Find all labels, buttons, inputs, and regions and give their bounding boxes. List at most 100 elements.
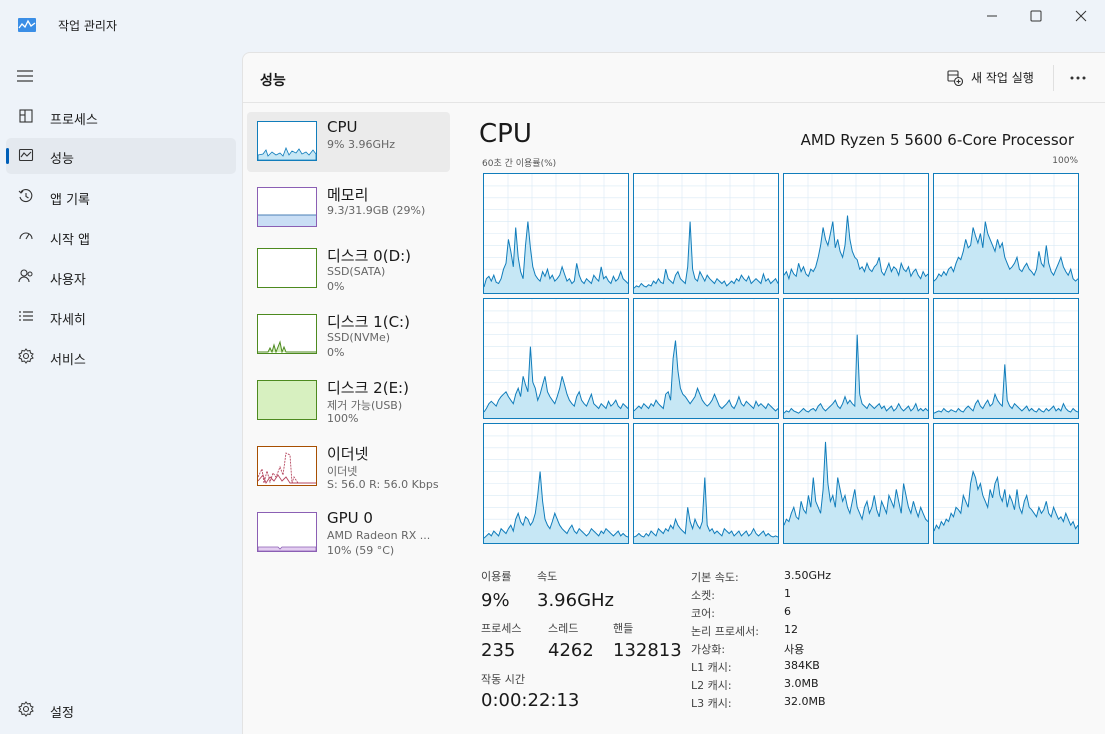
sidebar-item-details[interactable]: 자세히 (6, 299, 236, 335)
ethernet-thumbnail-graph (257, 446, 317, 486)
device-item-gpu-0[interactable]: GPU 0 AMD Radeon RX ... 10% (59 °C) (247, 503, 450, 563)
sidebar-item-app-history[interactable]: 앱 기록 (6, 179, 236, 215)
close-icon[interactable] (1073, 8, 1089, 24)
core-graph (933, 423, 1079, 544)
spec-value: 384KB (784, 659, 820, 672)
threads-value: 4262 (548, 640, 594, 661)
hamburger-menu-icon[interactable] (16, 69, 34, 83)
page-title: 성능 (260, 73, 286, 89)
spec-key: 논리 프로세서: (691, 625, 759, 638)
device-item-disk-2[interactable]: 디스크 2(E:) 제거 가능(USB) 100% (247, 371, 450, 431)
device-detail: 9.3/31.9GB (29%) (327, 204, 426, 217)
device-name: 디스크 1(C:) (327, 313, 410, 331)
core-graph (483, 423, 629, 544)
device-item-disk-0[interactable]: 디스크 0(D:) SSD(SATA) 0% (247, 239, 450, 299)
speed-label: 속도 (537, 570, 558, 583)
core-graph (633, 173, 779, 294)
startup-apps-icon (19, 232, 33, 240)
cpu-heading: CPU (479, 119, 532, 149)
core-graph-plot (484, 174, 628, 293)
spec-value: 3.50GHz (784, 569, 832, 582)
services-icon (18, 348, 34, 364)
device-item-disk-1[interactable]: 디스크 1(C:) SSD(NVMe) 0% (247, 305, 450, 365)
spec-value: 6 (784, 605, 791, 618)
device-usage: S: 56.0 R: 56.0 Kbps (327, 478, 439, 491)
core-graph-plot (634, 299, 778, 418)
core-graph (933, 173, 1079, 294)
disk-0-thumbnail-graph (257, 248, 317, 288)
new-task-icon (947, 70, 963, 86)
core-graph (483, 173, 629, 294)
device-item-cpu[interactable]: CPU 9% 3.96GHz (247, 112, 450, 172)
sidebar-item-performance[interactable]: 성능 (6, 138, 236, 174)
cpu-thumbnail-graph (257, 121, 317, 161)
device-detail: SSD(SATA) (327, 265, 386, 278)
sidebar-item-startup-apps[interactable]: 시작 앱 (6, 219, 236, 255)
spec-value: 3.0MB (784, 677, 819, 690)
sidebar-item-settings[interactable]: 설정 (6, 692, 236, 728)
device-item-ethernet[interactable]: 이더넷 이더넷 S: 56.0 R: 56.0 Kbps (247, 437, 450, 497)
sidebar: 프로세스 성능 앱 기록 시작 앱 사용자 자세히 서비스 설정 (0, 52, 242, 734)
details-icon (19, 311, 33, 321)
core-graph (783, 423, 929, 544)
sidebar-item-label: 서비스 (50, 353, 86, 368)
sidebar-item-label: 성능 (50, 152, 74, 167)
sidebar-item-processes[interactable]: 프로세스 (6, 99, 236, 135)
sidebar-item-label: 사용자 (50, 273, 86, 288)
core-graph (633, 298, 779, 419)
handles-value: 132813 (613, 640, 682, 661)
usage-value: 9% (481, 590, 510, 611)
maximize-icon[interactable] (1028, 8, 1044, 24)
uptime-label: 작동 시간 (481, 673, 525, 686)
spec-value: 32.0MB (784, 695, 826, 708)
graph-max-label: 100% (1052, 156, 1078, 166)
memory-thumbnail-graph (257, 187, 317, 227)
main-panel: 성능 새 작업 실행 CPU 9% 3.96GHz 메모리 9.3/31.9GB… (242, 52, 1105, 734)
handles-label: 핸들 (613, 622, 634, 635)
processes-label: 프로세스 (481, 622, 522, 635)
core-graph-plot (634, 424, 778, 543)
processes-icon (19, 109, 33, 123)
spec-key: L3 캐시: (691, 697, 732, 710)
disk-2-thumbnail-graph (257, 380, 317, 420)
sidebar-item-users[interactable]: 사용자 (6, 259, 236, 295)
core-graph (783, 173, 929, 294)
graph-caption: 60초 간 이용률(%) (482, 159, 557, 169)
core-graph-plot (934, 424, 1078, 543)
device-name: 이더넷 (327, 445, 369, 463)
device-item-memory[interactable]: 메모리 9.3/31.9GB (29%) (247, 178, 450, 238)
active-indicator (6, 148, 9, 164)
device-usage: 0% (327, 280, 345, 293)
disk-1-thumbnail-graph (257, 314, 317, 354)
new-task-label: 새 작업 실행 (971, 71, 1034, 85)
device-detail: SSD(NVMe) (327, 331, 391, 344)
window-title: 작업 관리자 (58, 19, 118, 33)
processes-value: 235 (481, 640, 516, 661)
usage-label: 이용률 (481, 570, 512, 583)
spec-key: 기본 속도: (691, 571, 739, 584)
sidebar-item-label: 자세히 (50, 313, 86, 328)
device-name: GPU 0 (327, 509, 373, 527)
spec-value: 사용 (784, 643, 805, 656)
sidebar-item-label: 프로세스 (50, 113, 98, 128)
performance-icon (18, 148, 34, 162)
core-graph (933, 298, 1079, 419)
core-graph-plot (784, 299, 928, 418)
device-name: CPU (327, 118, 358, 136)
cpu-model-name: AMD Ryzen 5 5600 6-Core Processor (800, 131, 1074, 149)
device-usage: 10% (59 °C) (327, 544, 395, 557)
sidebar-item-label: 설정 (50, 706, 74, 721)
sidebar-item-label: 시작 앱 (50, 233, 91, 248)
device-detail: AMD Radeon RX ... (327, 529, 431, 542)
device-usage: 100% (327, 412, 359, 425)
more-options-icon[interactable] (1069, 75, 1087, 81)
title-bar: 작업 관리자 (0, 0, 1105, 52)
core-graph-plot (484, 424, 628, 543)
minimize-icon[interactable] (984, 8, 1000, 24)
sidebar-item-services[interactable]: 서비스 (6, 339, 236, 375)
core-graph-plot (634, 174, 778, 293)
core-graph (783, 298, 929, 419)
spec-value: 1 (784, 587, 791, 600)
header-divider-line (243, 102, 1105, 103)
device-detail: 이더넷 (327, 465, 358, 478)
